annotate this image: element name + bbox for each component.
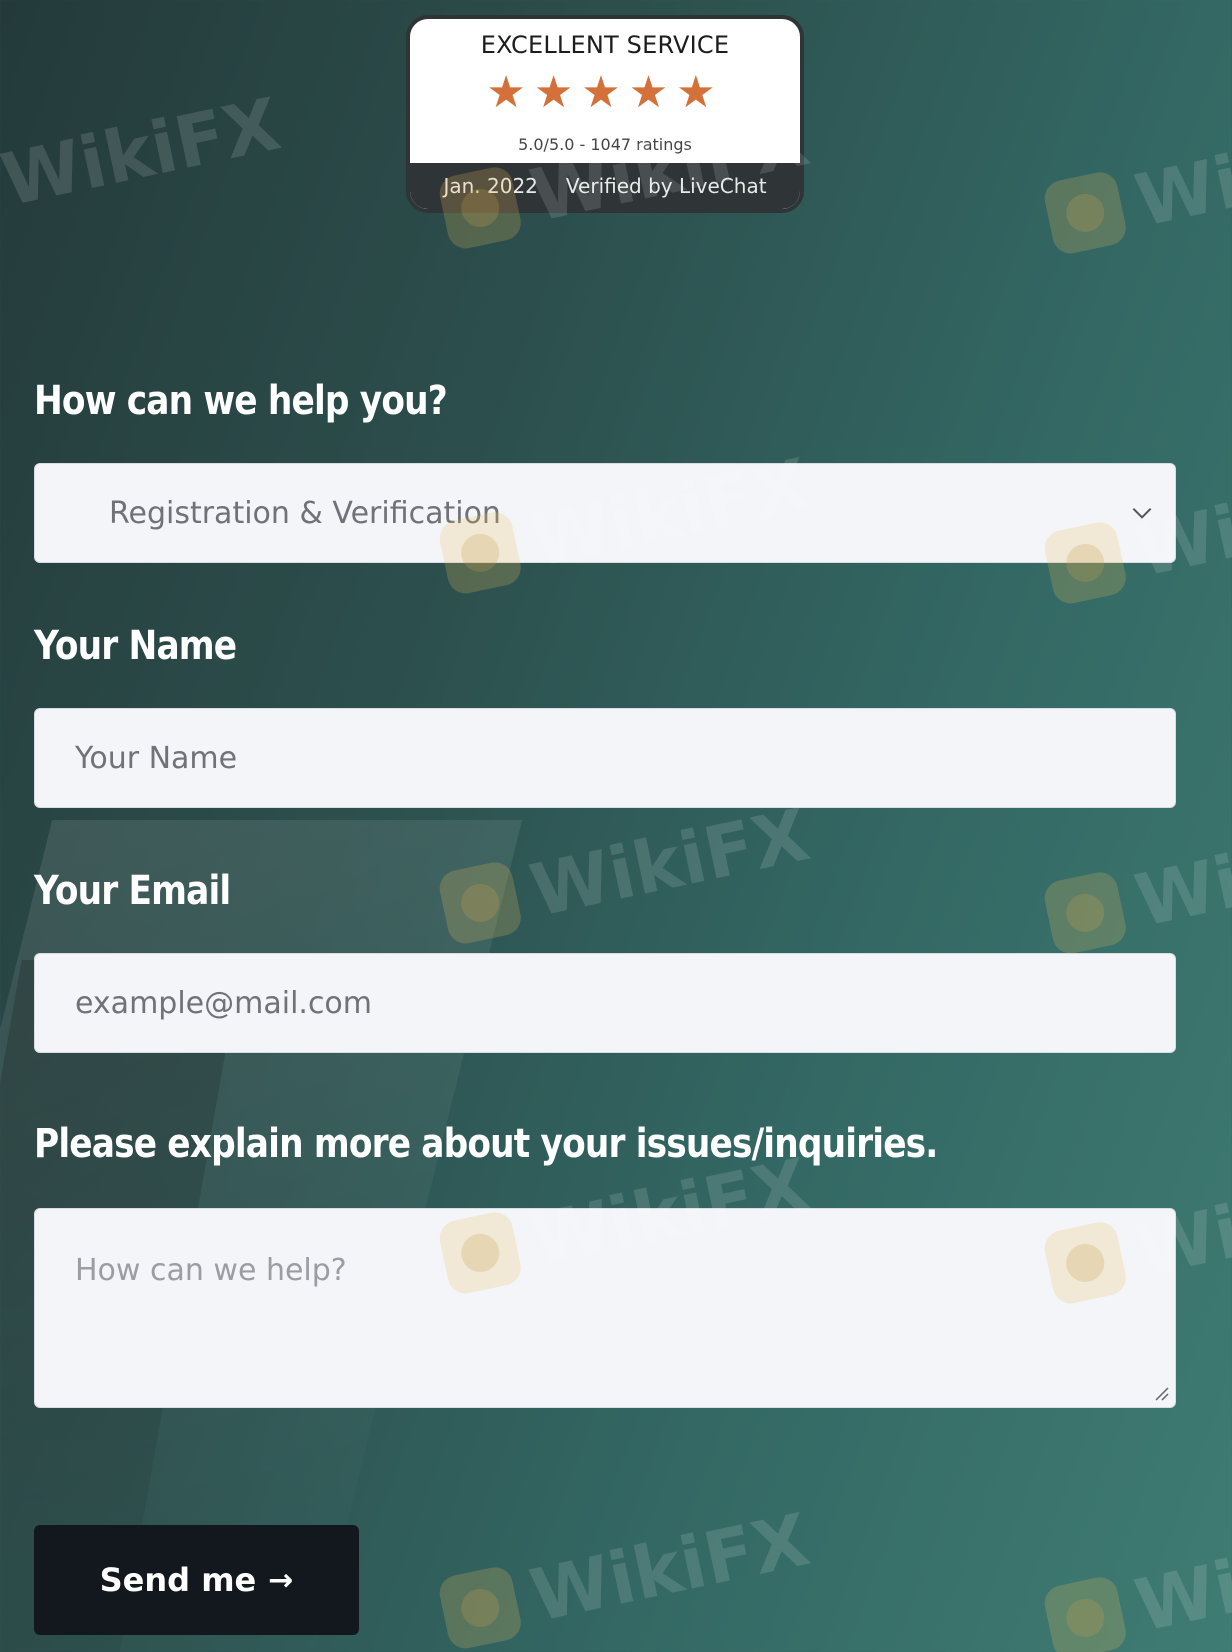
watermark-logo-icon bbox=[1041, 869, 1130, 957]
badge-rating-text: 5.0/5.0 - 1047 ratings bbox=[518, 135, 692, 154]
watermark-logo-icon bbox=[436, 1564, 525, 1652]
name-placeholder: Your Name bbox=[75, 740, 238, 776]
message-label: Please explain more about your issues/in… bbox=[34, 1121, 938, 1167]
star-icon: ★ bbox=[581, 68, 629, 117]
star-icon: ★ bbox=[533, 68, 582, 117]
watermark-logo-icon bbox=[1041, 169, 1130, 257]
star-icon: ★ bbox=[676, 68, 724, 117]
star-icon: ★ bbox=[628, 68, 677, 117]
name-label: Your Name bbox=[34, 623, 237, 669]
message-placeholder: How can we help? bbox=[75, 1253, 347, 1288]
chevron-down-icon bbox=[1132, 507, 1152, 519]
watermark-logo-icon bbox=[436, 859, 525, 947]
message-textarea[interactable]: How can we help? bbox=[34, 1208, 1176, 1408]
badge-date: Jan. 2022 bbox=[443, 174, 538, 198]
watermark: WikiFX bbox=[1040, 802, 1232, 961]
help-topic-selected-value: Registration & Verification bbox=[109, 495, 501, 531]
livechat-rating-badge: EXCELLENT SERVICE ★★★★★ 5.0/5.0 - 1047 r… bbox=[406, 15, 804, 213]
resize-handle-icon[interactable] bbox=[1153, 1385, 1169, 1401]
rating-stars: ★★★★★ bbox=[410, 71, 800, 115]
help-topic-select[interactable]: Registration & Verification bbox=[34, 463, 1176, 563]
email-label: Your Email bbox=[34, 868, 231, 914]
watermark: WikiFX bbox=[1040, 1507, 1232, 1652]
badge-verified: Verified by LiveChat bbox=[565, 174, 767, 198]
help-topic-label: How can we help you? bbox=[34, 378, 448, 424]
name-input[interactable]: Your Name bbox=[34, 708, 1176, 808]
arrow-right-icon: → bbox=[268, 1562, 294, 1598]
email-input[interactable]: example@mail.com bbox=[34, 953, 1176, 1053]
send-button[interactable]: Send me → bbox=[34, 1525, 359, 1635]
watermark: WikiFX bbox=[1040, 102, 1232, 261]
badge-footer: Jan. 2022 Verified by LiveChat bbox=[410, 163, 800, 209]
watermark: WikiFX bbox=[0, 81, 288, 223]
send-button-label: Send me bbox=[99, 1561, 257, 1599]
badge-title: EXCELLENT SERVICE bbox=[480, 31, 730, 59]
watermark-logo-icon bbox=[1041, 1574, 1130, 1652]
star-icon: ★ bbox=[486, 68, 534, 117]
watermark: WikiFX bbox=[435, 792, 816, 951]
watermark: WikiFX bbox=[435, 1497, 816, 1652]
email-placeholder: example@mail.com bbox=[75, 985, 373, 1021]
